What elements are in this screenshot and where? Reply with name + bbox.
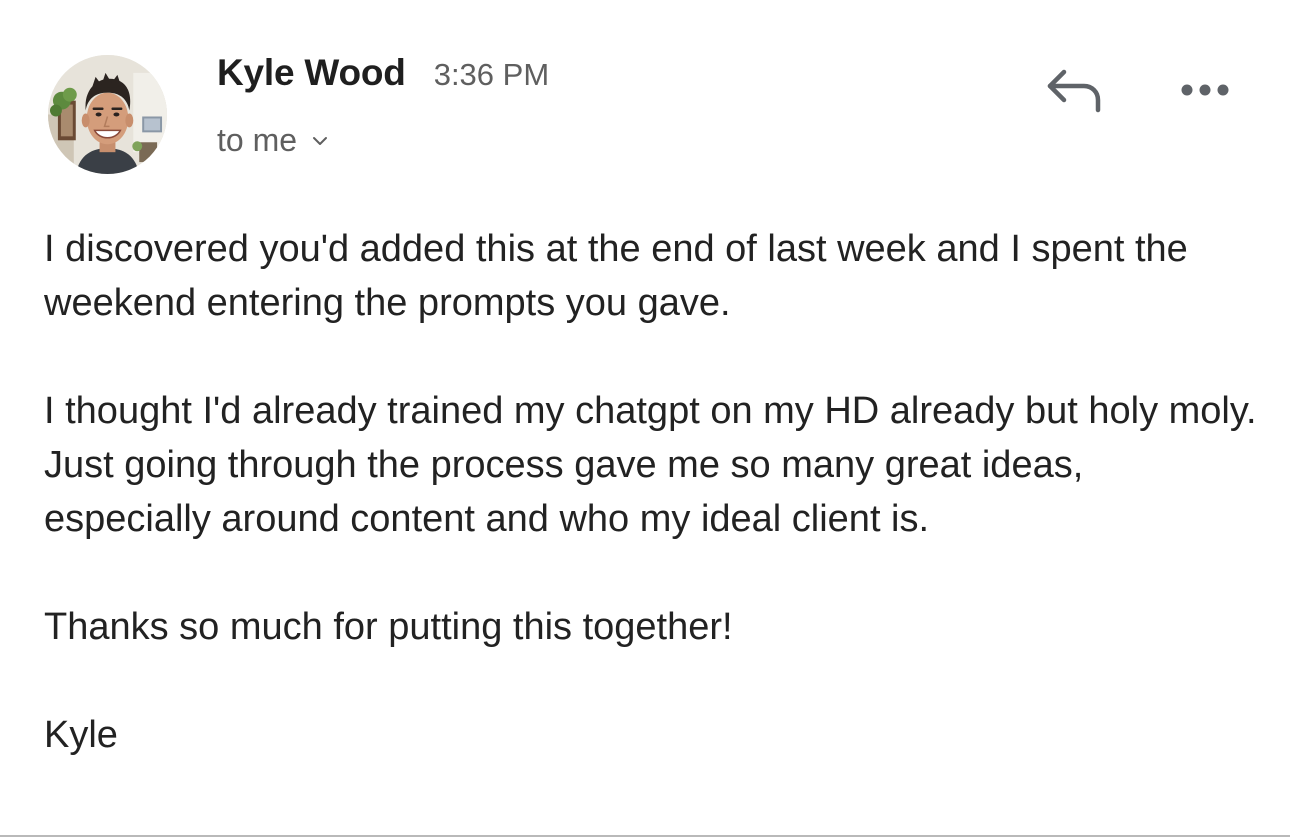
- avatar[interactable]: [48, 55, 167, 174]
- chevron-down-icon: [311, 135, 329, 147]
- message-paragraph: Thanks so much for putting this together…: [44, 606, 733, 648]
- sender-name[interactable]: Kyle Wood: [217, 52, 406, 94]
- reply-icon: [1040, 64, 1108, 116]
- message-paragraph: I thought I'd already trained my chatgpt…: [44, 390, 1257, 540]
- reply-button[interactable]: [1040, 64, 1108, 116]
- recipients-toggle[interactable]: to me: [217, 122, 329, 159]
- email-message: Kyle Wood 3:36 PM to me I discovered you…: [0, 0, 1290, 837]
- message-signature: Kyle: [44, 714, 118, 756]
- more-options-icon: [1172, 70, 1238, 110]
- sent-time: 3:36 PM: [433, 57, 550, 92]
- sender-line: Kyle Wood 3:36 PM: [217, 52, 549, 98]
- message-body: I discovered you'd added this at the end…: [44, 222, 1259, 762]
- message-paragraph: I discovered you'd added this at the end…: [44, 228, 1188, 324]
- more-options-button[interactable]: [1172, 70, 1238, 110]
- recipients-label: to me: [217, 122, 298, 158]
